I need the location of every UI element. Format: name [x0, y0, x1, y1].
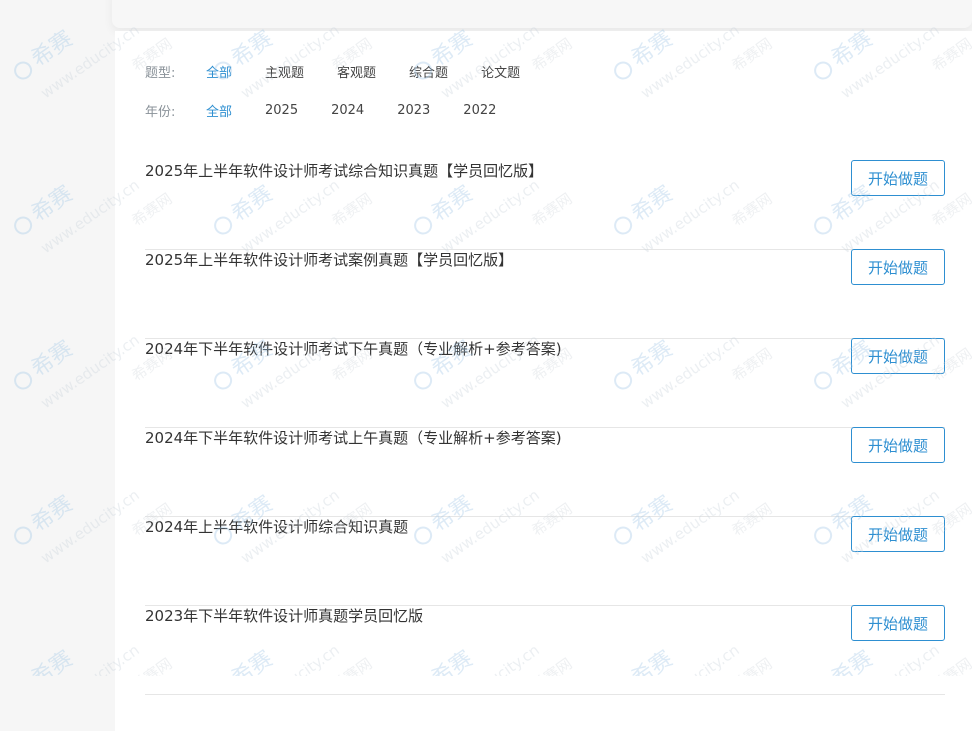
start-button[interactable]: 开始做题: [851, 160, 945, 196]
filter-type-label: 题型:: [145, 65, 176, 81]
exam-row: 2024年上半年软件设计师综合知识真题 开始做题: [145, 516, 945, 606]
watermark-brand: 希赛: [27, 647, 77, 676]
watermark-brand: 希赛: [27, 182, 77, 228]
start-button[interactable]: 开始做题: [851, 338, 945, 374]
filter-year-label: 年份:: [145, 104, 176, 120]
exam-row: 2025年上半年软件设计师考试综合知识真题【学员回忆版】 开始做题: [145, 160, 945, 250]
filter-type-essay[interactable]: 论文题: [481, 62, 520, 81]
filter-type-all[interactable]: 全部: [206, 62, 232, 81]
start-button[interactable]: 开始做题: [851, 427, 945, 463]
start-button[interactable]: 开始做题: [851, 249, 945, 285]
exam-title[interactable]: 2023年下半年软件设计师真题学员回忆版: [145, 605, 423, 626]
filter-year-row: 年份: 全部 2025 2024 2023 2022: [145, 100, 529, 120]
start-button[interactable]: 开始做题: [851, 605, 945, 641]
filter-year-2025[interactable]: 2025: [265, 103, 298, 118]
watermark-brand: 希赛: [27, 27, 77, 73]
exam-row: 2023年下半年软件设计师真题学员回忆版 开始做题: [145, 605, 945, 695]
filter-year-all[interactable]: 全部: [206, 101, 232, 120]
filter-type-subjective[interactable]: 主观题: [265, 62, 304, 81]
filter-type-objective[interactable]: 客观题: [337, 62, 376, 81]
watermark-logo-icon: [14, 526, 33, 545]
watermark-brand: 希赛: [27, 337, 77, 383]
filter-type-comprehensive[interactable]: 综合题: [409, 62, 448, 81]
watermark-brand: 希赛: [27, 492, 77, 538]
exam-row: 2024年下半年软件设计师考试下午真题（专业解析+参考答案) 开始做题: [145, 338, 945, 428]
exam-title[interactable]: 2025年上半年软件设计师考试案例真题【学员回忆版】: [145, 249, 513, 270]
exam-row: 2024年下半年软件设计师考试上午真题（专业解析+参考答案) 开始做题: [145, 427, 945, 517]
exam-title[interactable]: 2025年上半年软件设计师考试综合知识真题【学员回忆版】: [145, 160, 543, 181]
watermark-logo-icon: [14, 61, 33, 80]
watermark-logo-icon: [14, 216, 33, 235]
exam-row: 2025年上半年软件设计师考试案例真题【学员回忆版】 开始做题: [145, 249, 945, 339]
top-card-shadow: [112, 0, 972, 28]
exam-title[interactable]: 2024年下半年软件设计师考试上午真题（专业解析+参考答案): [145, 427, 562, 448]
filter-year-2023[interactable]: 2023: [397, 103, 430, 118]
filter-type-row: 题型: 全部 主观题 客观题 综合题 论文题: [145, 61, 553, 81]
exam-title[interactable]: 2024年上半年软件设计师综合知识真题: [145, 516, 408, 537]
filter-year-2024[interactable]: 2024: [331, 103, 364, 118]
watermark-logo-icon: [14, 371, 33, 390]
start-button[interactable]: 开始做题: [851, 516, 945, 552]
exam-title[interactable]: 2024年下半年软件设计师考试下午真题（专业解析+参考答案): [145, 338, 562, 359]
filter-year-2022[interactable]: 2022: [463, 103, 496, 118]
